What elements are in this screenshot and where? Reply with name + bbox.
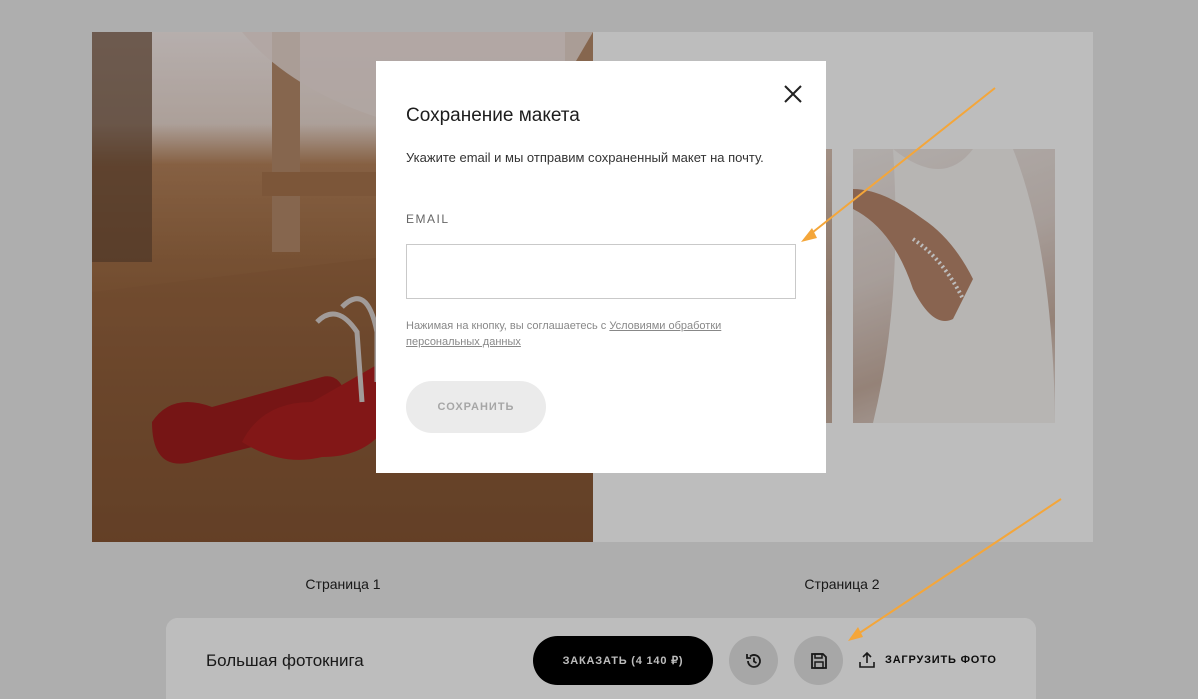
bottom-toolbar: Большая фотокнига ЗАКАЗАТЬ (4 140 ₽) ЗАГ…	[166, 618, 1036, 699]
dialog-description: Укажите email и мы отправим сохраненный …	[406, 150, 764, 165]
dialog-title: Сохранение макета	[406, 105, 580, 126]
close-button[interactable]	[782, 83, 804, 105]
email-label: EMAIL	[406, 212, 450, 226]
close-icon	[784, 85, 802, 103]
save-button[interactable]: СОХРАНИТЬ	[406, 381, 546, 433]
save-layout-dialog: Сохранение макета Укажите email и мы отп…	[376, 61, 826, 473]
email-field[interactable]	[406, 244, 796, 299]
toolbar-backdrop	[166, 618, 1036, 699]
consent-text: Нажимая на кнопку, вы соглашаетесь с Усл…	[406, 318, 786, 350]
consent-prefix: Нажимая на кнопку, вы соглашаетесь с	[406, 320, 610, 332]
